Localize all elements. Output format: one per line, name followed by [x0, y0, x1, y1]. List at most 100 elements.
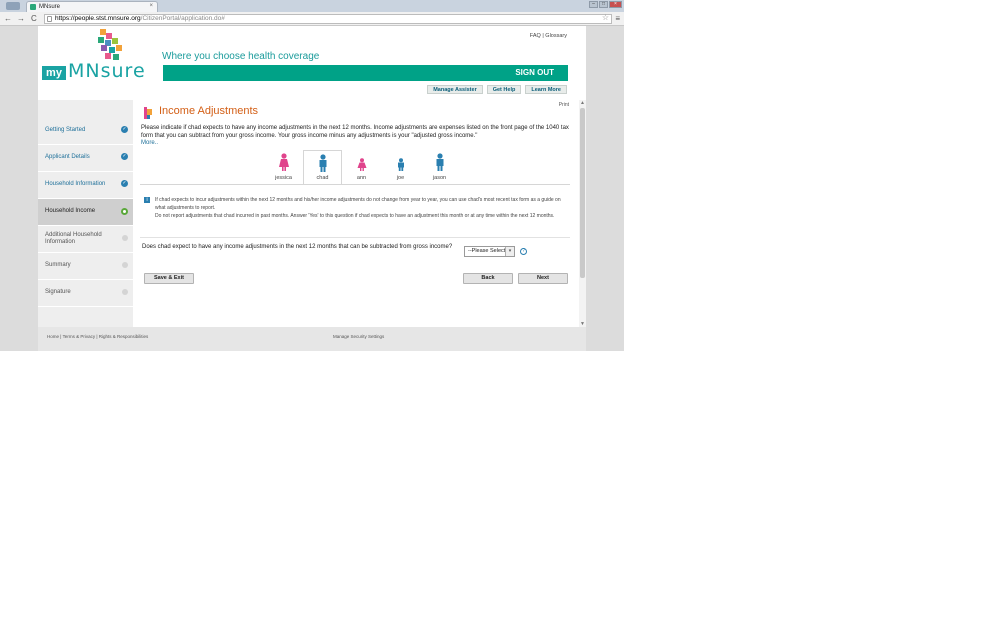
intro-text: Please indicate if chad expects to have …: [141, 125, 571, 148]
save-exit-button[interactable]: Save & Exit: [144, 273, 194, 284]
pending-dot-icon: [122, 235, 128, 241]
faq-link[interactable]: FAQ: [530, 33, 541, 39]
lock-icon: [47, 16, 52, 22]
print-link[interactable]: Print: [559, 102, 569, 108]
mnsure-logo-mark-icon: [96, 29, 124, 63]
income-adjustment-question: Does chad expect to have any income adju…: [142, 244, 453, 250]
reload-icon[interactable]: C: [31, 14, 37, 23]
male-person-icon: [319, 154, 326, 172]
section-divider: [140, 184, 570, 185]
more-link[interactable]: More..: [141, 140, 571, 148]
back-button[interactable]: Back: [463, 273, 513, 284]
sidebar-item-label: Summary: [45, 262, 71, 268]
info-text: If chad expects to incur adjustments wit…: [155, 196, 565, 220]
top-links: FAQ | Glossary: [530, 33, 567, 39]
member-tab-chad[interactable]: chad: [303, 150, 342, 184]
back-arrow-icon[interactable]: ←: [4, 14, 12, 23]
sidebar-item-household-information[interactable]: Household Information ✓: [38, 172, 133, 199]
member-name: jessica: [275, 175, 292, 181]
info-icon: i: [144, 197, 150, 203]
member-tab-ann[interactable]: ann: [342, 150, 381, 184]
logo-my-text: my: [42, 66, 66, 80]
address-bar: ← → C https://people.stst.mnsure.org/Cit…: [0, 12, 624, 26]
sidebar-item-signature: Signature: [38, 280, 133, 307]
member-tab-joe[interactable]: joe: [381, 150, 420, 184]
glossary-link[interactable]: Glossary: [545, 33, 567, 39]
sidebar-item-summary: Summary: [38, 253, 133, 280]
mnsure-favicon-icon: [30, 4, 36, 10]
complete-check-icon: ✓: [121, 126, 128, 133]
household-members: jessica chad ann joe jason: [264, 150, 459, 184]
browser-window: MNsure × – □ × ← → C https://people.stst…: [0, 0, 624, 351]
female-person-icon: [278, 153, 289, 171]
logo-mnsure-text: MNsure: [68, 60, 146, 82]
site-header: my MNsure Where you choose health covera…: [38, 26, 586, 100]
complete-check-icon: ✓: [121, 180, 128, 187]
bookmark-star-icon[interactable]: ☆: [602, 14, 609, 22]
close-window-icon[interactable]: ×: [609, 1, 622, 8]
male-child-icon: [397, 158, 404, 171]
scroll-up-icon[interactable]: ▲: [580, 100, 585, 106]
application-steps-sidebar: Getting Started ✓ Applicant Details ✓ Ho…: [38, 100, 133, 327]
window-menu-icon[interactable]: [6, 2, 20, 10]
male-person-icon: [436, 153, 443, 171]
page-title: Income Adjustments: [159, 105, 259, 117]
income-adjustments-icon: [144, 107, 152, 119]
sidebar-item-label: Applicant Details: [45, 154, 90, 160]
income-adjustment-select[interactable]: --Please Select-- ▾: [464, 246, 515, 257]
complete-check-icon: ✓: [121, 153, 128, 160]
get-help-button[interactable]: Get Help: [486, 85, 522, 94]
learn-more-button[interactable]: Learn More: [525, 85, 567, 94]
member-tab-jessica[interactable]: jessica: [264, 150, 303, 184]
site-tagline: Where you choose health coverage: [162, 51, 320, 62]
tab-title: MNsure: [39, 4, 61, 10]
header-buttons: Manage Assister Get Help Learn More: [427, 85, 567, 94]
window-controls: – □ ×: [589, 1, 622, 8]
sidebar-item-additional-household-information: Additional Household Information: [38, 226, 133, 253]
sidebar-item-label: Household Income: [45, 208, 96, 214]
sign-out-button[interactable]: SIGN OUT: [515, 68, 554, 78]
member-name: joe: [396, 175, 405, 181]
in-progress-icon: [121, 208, 128, 215]
maximize-icon[interactable]: □: [599, 1, 608, 8]
sidebar-item-label: Additional Household Information: [45, 232, 102, 245]
member-name: ann: [356, 175, 367, 181]
help-icon[interactable]: ?: [520, 248, 527, 255]
intro-paragraph: Please indicate if chad expects to have …: [141, 125, 569, 139]
minimize-icon[interactable]: –: [589, 1, 598, 8]
scroll-thumb[interactable]: [580, 108, 585, 278]
browser-tab[interactable]: MNsure ×: [26, 1, 158, 12]
question-divider: [140, 237, 570, 238]
info-line-1: If chad expects to incur adjustments wit…: [155, 197, 561, 211]
female-child-icon: [357, 158, 366, 171]
forward-arrow-icon[interactable]: →: [17, 14, 25, 23]
sidebar-item-label: Getting Started: [45, 127, 86, 133]
main-panel: Print Income Adjustments Please indicate…: [135, 100, 580, 327]
member-name: jason: [432, 175, 447, 181]
manage-security-settings-link[interactable]: Manage Security Settings: [333, 334, 384, 339]
url-input[interactable]: https://people.stst.mnsure.org/CitizenPo…: [44, 14, 612, 24]
sidebar-item-household-income[interactable]: Household Income: [38, 199, 133, 226]
next-button[interactable]: Next: [518, 273, 568, 284]
url-path: /CitizenPortal/application.do#: [140, 15, 225, 22]
signout-bar: SIGN OUT: [163, 65, 568, 81]
sidebar-item-label: Signature: [45, 289, 71, 295]
tab-close-icon[interactable]: ×: [149, 3, 153, 9]
member-tab-jason[interactable]: jason: [420, 150, 459, 184]
pending-dot-icon: [122, 289, 128, 295]
info-line-2: Do not report adjustments that chad incu…: [155, 213, 555, 219]
sidebar-item-applicant-details[interactable]: Applicant Details ✓: [38, 145, 133, 172]
sidebar-item-getting-started[interactable]: Getting Started ✓: [38, 118, 133, 145]
select-value: --Please Select--: [468, 248, 507, 256]
page-scrollbar[interactable]: ▲ ▼: [579, 100, 586, 327]
browser-menu-icon[interactable]: ≡: [615, 14, 620, 23]
info-note: i If chad expects to incur adjustments w…: [140, 193, 570, 233]
link-separator: |: [542, 33, 544, 39]
url-host: https://people.stst.mnsure.org: [55, 15, 141, 22]
manage-assister-button[interactable]: Manage Assister: [427, 85, 483, 94]
sidebar-item-label: Household Information: [45, 181, 106, 187]
member-name: chad: [316, 175, 329, 181]
footer-links[interactable]: Home | Terms & Privacy | Rights & Respon…: [47, 334, 148, 339]
tab-strip: MNsure × – □ ×: [0, 0, 624, 12]
pending-dot-icon: [122, 262, 128, 268]
